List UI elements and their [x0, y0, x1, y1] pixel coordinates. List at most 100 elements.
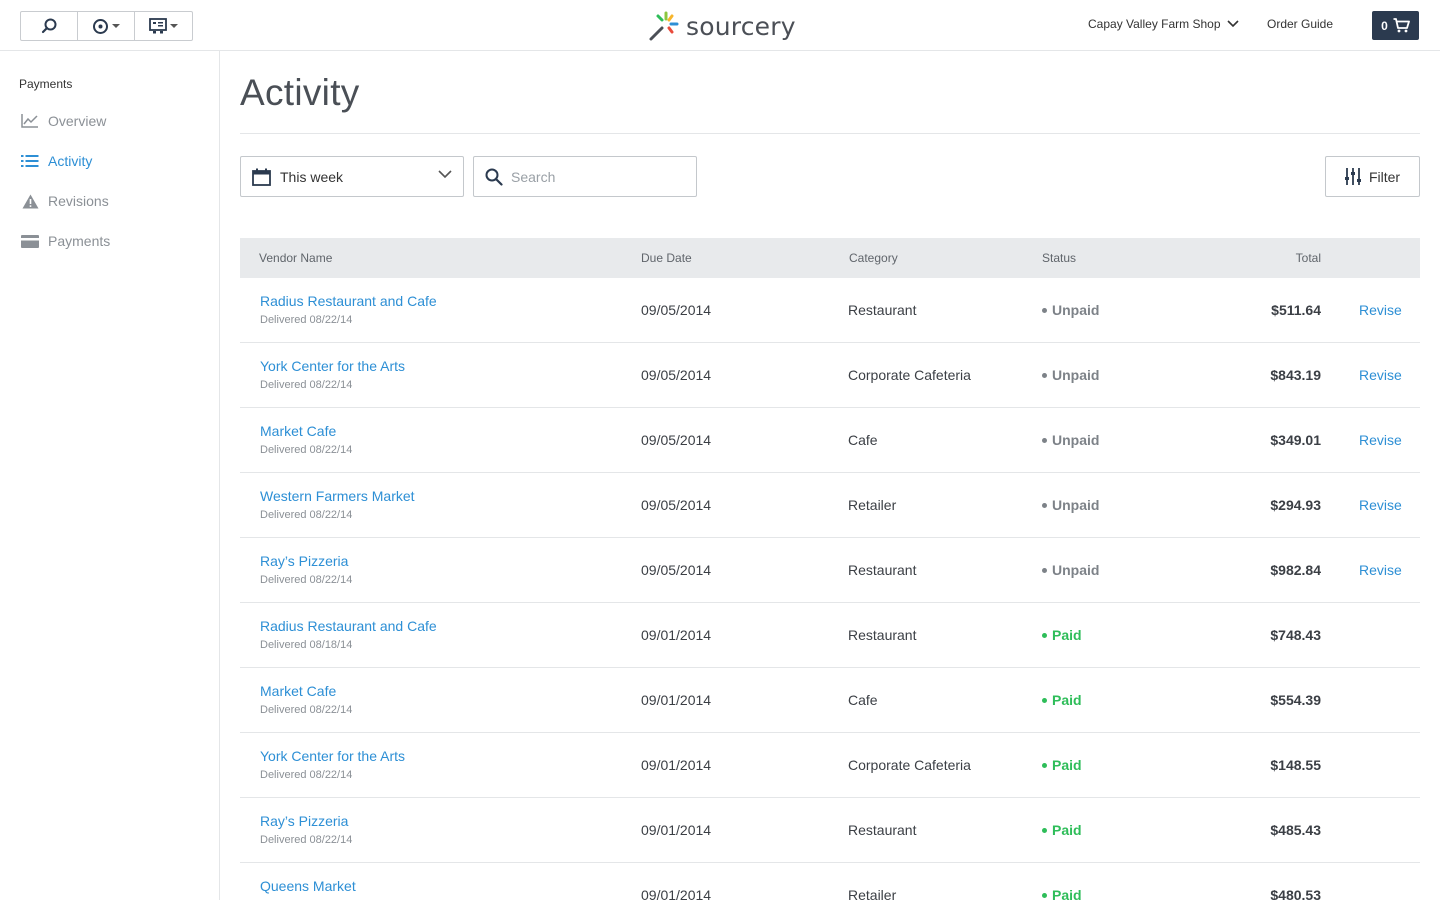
filter-button[interactable]: Filter	[1325, 156, 1420, 197]
due-date: 09/01/2014	[641, 757, 712, 773]
cart-icon	[1393, 18, 1410, 33]
vendor-name-link[interactable]: Ray’s Pizzeria	[260, 813, 348, 829]
vendor-name-link[interactable]: Ray’s Pizzeria	[260, 553, 348, 569]
category: Retailer	[848, 887, 897, 900]
vendor-name-link[interactable]: Radius Restaurant and Cafe	[260, 293, 437, 309]
cart-button[interactable]: 0	[1372, 11, 1419, 40]
column-header-due-date[interactable]: Due Date	[641, 251, 692, 265]
revise-link[interactable]: Revise	[1359, 497, 1402, 513]
cart-count: 0	[1381, 18, 1388, 33]
status-badge: Unpaid	[1042, 367, 1099, 383]
column-header-total[interactable]: Total	[1296, 251, 1321, 265]
vendor-name-link[interactable]: Radius Restaurant and Cafe	[260, 618, 437, 634]
vendor-name-link[interactable]: Market Cafe	[260, 683, 336, 699]
due-date: 09/05/2014	[641, 497, 712, 513]
vendor-name-link[interactable]: Market Cafe	[260, 423, 336, 439]
date-range-select[interactable]: This week	[240, 156, 464, 197]
chevron-down-icon	[170, 24, 178, 28]
status-dot-icon	[1042, 762, 1047, 768]
status-text: Paid	[1052, 887, 1082, 900]
sidebar-item-overview[interactable]: Overview	[20, 111, 106, 131]
status-dot-icon	[1042, 892, 1047, 898]
table-row[interactable]: Radius Restaurant and Cafe Delivered 08/2…	[240, 278, 1420, 343]
due-date: 09/05/2014	[641, 562, 712, 578]
sidebar-item-label: Revisions	[48, 193, 109, 209]
category: Cafe	[848, 692, 878, 708]
sidebar-item-payments[interactable]: Payments	[20, 231, 110, 251]
due-date: 09/01/2014	[641, 692, 712, 708]
total-amount: $554.39	[1270, 692, 1321, 708]
search-tool-button[interactable]	[21, 12, 78, 40]
total-amount: $982.84	[1270, 562, 1321, 578]
sidebar-item-revisions[interactable]: Revisions	[20, 191, 109, 211]
warning-icon	[22, 194, 38, 208]
status-text: Unpaid	[1052, 497, 1100, 513]
sidebar-item-label: Activity	[48, 153, 93, 169]
sidebar-item-label: Overview	[48, 113, 107, 129]
status-text: Unpaid	[1052, 302, 1100, 318]
due-date: 09/05/2014	[641, 432, 712, 448]
table-row[interactable]: Ray’s Pizzeria Delivered 08/22/14 09/05/20…	[240, 538, 1420, 603]
line-chart-icon	[21, 114, 38, 128]
status-dot-icon	[1042, 697, 1047, 703]
sidebar: Payments Overview Activity Revisions Pay…	[0, 51, 220, 900]
table-row[interactable]: Western Farmers Market Delivered 08/22/14…	[240, 473, 1420, 538]
status-badge: Unpaid	[1042, 432, 1099, 448]
revise-link[interactable]: Revise	[1359, 562, 1402, 578]
status-badge: Unpaid	[1042, 562, 1099, 578]
table-row[interactable]: Queens Market 09/01/2014 Retailer Paid $480.…	[240, 863, 1420, 900]
toolbar-group	[20, 11, 193, 41]
table-row[interactable]: Market Cafe Delivered 08/22/14 09/01/2014 C…	[240, 668, 1420, 733]
status-text: Paid	[1052, 627, 1082, 643]
delivered-date: Delivered 08/22/14	[260, 314, 353, 326]
total-amount: $748.43	[1270, 627, 1321, 643]
total-amount: $480.53	[1270, 887, 1321, 900]
status-dot-icon	[1042, 632, 1047, 638]
sidebar-item-activity[interactable]: Activity	[20, 151, 92, 171]
order-guide-link[interactable]: Order Guide	[1267, 17, 1333, 31]
category: Corporate Cafeteria	[848, 757, 971, 773]
table-row[interactable]: Radius Restaurant and Cafe Delivered 08/1…	[240, 603, 1420, 668]
revise-link[interactable]: Revise	[1359, 302, 1402, 318]
column-header-vendor[interactable]: Vendor Name	[259, 251, 332, 265]
table-row[interactable]: York Center for the Arts Delivered 08/22/…	[240, 343, 1420, 408]
chevron-down-icon	[112, 24, 120, 28]
category: Retailer	[848, 497, 897, 513]
category: Restaurant	[848, 302, 917, 318]
brand-logo[interactable]: sourcery	[648, 10, 796, 42]
column-header-status[interactable]: Status	[1042, 251, 1076, 265]
activity-table-body: Radius Restaurant and Cafe Delivered 08/2…	[240, 278, 1420, 900]
table-row[interactable]: York Center for the Arts Delivered 08/22/…	[240, 733, 1420, 798]
revise-link[interactable]: Revise	[1359, 367, 1402, 383]
category: Restaurant	[848, 822, 917, 838]
search-input[interactable]	[511, 168, 681, 185]
status-text: Paid	[1052, 822, 1082, 838]
sidebar-item-label: Payments	[48, 233, 111, 249]
table-row[interactable]: Ray’s Pizzeria Delivered 08/22/14 09/01/20…	[240, 798, 1420, 863]
vendor-name-link[interactable]: Western Farmers Market	[260, 488, 415, 504]
compass-tool-button[interactable]	[78, 12, 135, 40]
status-dot-icon	[1042, 827, 1047, 833]
status-dot-icon	[1042, 502, 1047, 508]
column-header-category[interactable]: Category	[849, 251, 898, 265]
calculator-tool-button[interactable]	[135, 12, 192, 40]
shop-selector[interactable]: Capay Valley Farm Shop	[1088, 17, 1239, 31]
search-icon	[41, 18, 57, 34]
status-dot-icon	[1042, 372, 1047, 378]
status-text: Unpaid	[1052, 367, 1100, 383]
chevron-down-icon	[1226, 20, 1239, 28]
revise-link[interactable]: Revise	[1359, 432, 1402, 448]
due-date: 09/01/2014	[641, 887, 712, 900]
status-text: Unpaid	[1052, 562, 1100, 578]
vendor-name-link[interactable]: York Center for the Arts	[260, 358, 405, 374]
chevron-down-icon	[438, 170, 452, 179]
status-dot-icon	[1042, 437, 1047, 443]
due-date: 09/05/2014	[641, 367, 712, 383]
delivered-date: Delivered 08/22/14	[260, 704, 353, 716]
table-row[interactable]: Market Cafe Delivered 08/22/14 09/05/2014 C…	[240, 408, 1420, 473]
vendor-name-link[interactable]: York Center for the Arts	[260, 748, 405, 764]
delivered-date: Delivered 08/22/14	[260, 444, 353, 456]
vendor-name-link[interactable]: Queens Market	[260, 878, 356, 894]
sliders-icon	[1344, 168, 1361, 185]
total-amount: $148.55	[1270, 757, 1321, 773]
